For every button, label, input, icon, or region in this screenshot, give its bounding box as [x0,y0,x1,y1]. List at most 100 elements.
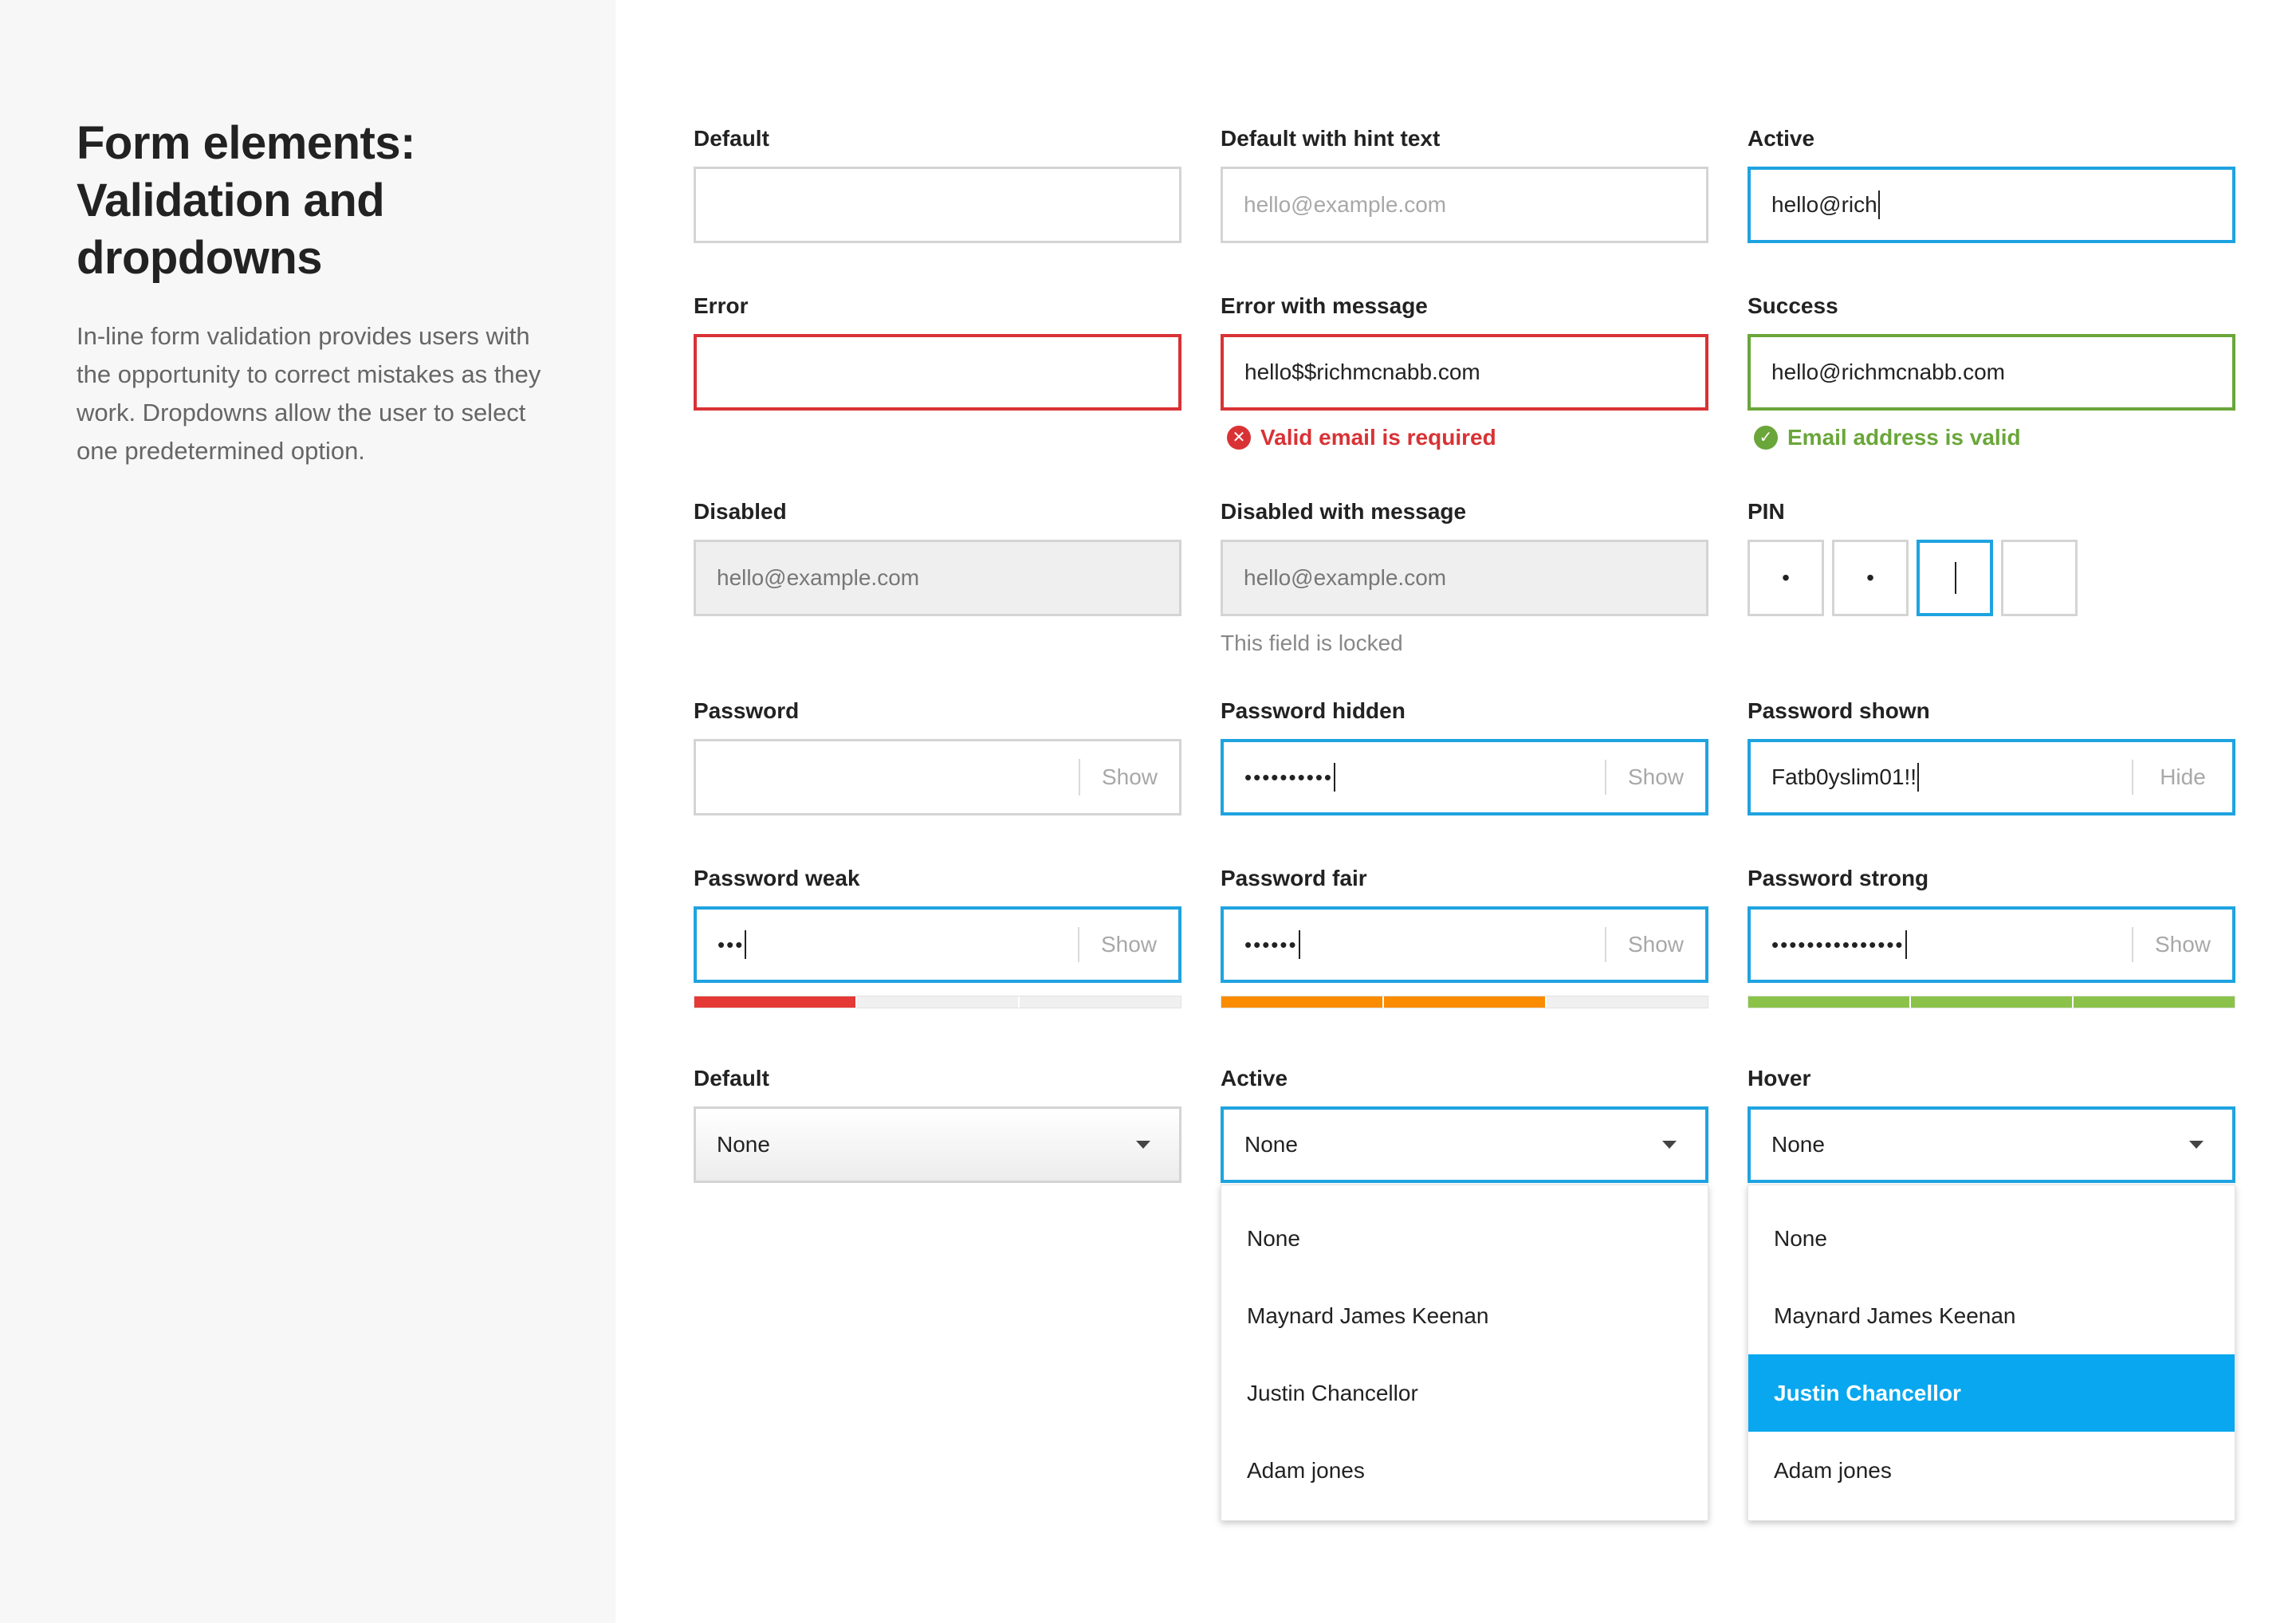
dropdown-hover: Hover None None Maynard James Keenan Jus… [1748,1065,2235,1521]
dropdown-active: Active None None Maynard James Keenan Ju… [1221,1065,1708,1521]
strength-segment [1547,996,1708,1008]
field-label: Disabled with message [1221,499,1467,524]
dropdown-option[interactable]: Maynard James Keenan [1748,1277,2235,1354]
dropdown-option[interactable]: None [1748,1200,2235,1277]
disabled-input: hello@example.com [694,540,1181,616]
caret-down-icon [1136,1141,1150,1149]
password-strength-meter [694,996,1181,1008]
check-circle-icon: ✓ [1754,426,1778,450]
pin-digit-2[interactable]: • [1832,540,1909,616]
text-caret [745,930,747,959]
strength-segment [2074,996,2235,1008]
default-select[interactable]: None [694,1106,1181,1183]
active-select[interactable]: None [1221,1106,1708,1183]
strength-segment [1911,996,2074,1008]
dropdown-option[interactable]: Justin Chancellor [1221,1354,1708,1432]
select-value: None [717,1132,770,1157]
hint-input[interactable]: hello@example.com [1221,167,1708,243]
field-label: Active [1221,1066,1288,1091]
field-pin: PIN • • [1748,498,2235,616]
pin-digit-4[interactable] [2001,540,2078,616]
input-placeholder: hello@example.com [1244,192,1447,217]
password-hidden-input[interactable]: •••••••••• Show [1221,739,1708,815]
input-value: •••••• [1244,932,1298,957]
text-caret [1905,930,1907,959]
input-value: hello@example.com [1244,565,1447,590]
dropdown-option[interactable]: Maynard James Keenan [1221,1277,1708,1354]
strength-segment [694,996,857,1008]
field-password-shown: Password shown Fatb0yslim01!! Hide [1748,698,2235,815]
hide-password-button[interactable]: Hide [2132,760,2232,795]
pin-digit-3[interactable] [1917,540,1993,616]
field-password-fair: Password fair •••••• Show [1221,865,1708,1008]
text-caret [1917,763,1920,792]
success-message: ✓ Email address is valid [1748,425,2235,450]
page-description: In-line form validation provides users w… [77,322,541,465]
password-shown-input[interactable]: Fatb0yslim01!! Hide [1748,739,2235,815]
input-value: Fatb0yslim01!! [1771,764,1917,789]
input-value: hello@rich [1771,192,1877,217]
error-message: ✕ Valid email is required [1221,425,1708,450]
input-value: hello@example.com [717,565,920,590]
password-weak-input[interactable]: ••• Show [694,906,1181,983]
field-label: PIN [1748,499,1785,524]
caret-down-icon [2189,1141,2204,1149]
field-label: Default with hint text [1221,126,1441,151]
dropdown-menu: None Maynard James Keenan Justin Chancel… [1748,1185,2235,1521]
field-label: Password fair [1221,866,1367,890]
strength-segment [1221,996,1384,1008]
field-success: Success hello@richmcnabb.com ✓ Email add… [1748,293,2235,450]
dropdown-option[interactable]: Adam jones [1748,1432,2235,1509]
select-value: None [1771,1132,1825,1157]
text-caret [1298,930,1300,959]
disabled-message-input: hello@example.com [1221,540,1708,616]
active-input[interactable]: hello@rich [1748,167,2235,243]
select-value: None [1244,1132,1298,1157]
field-label: Password hidden [1221,698,1406,723]
input-value: ••••••••••••••• [1771,932,1905,957]
dropdown-option[interactable]: None [1221,1200,1708,1277]
strength-segment [1748,996,1911,1008]
dropdown-option-highlighted[interactable]: Justin Chancellor [1748,1354,2235,1432]
pin-input-group: • • [1748,540,2235,616]
password-input[interactable]: Show [694,739,1181,815]
dropdown-option[interactable]: Adam jones [1221,1432,1708,1509]
password-strength-meter [1748,996,2235,1008]
input-value: ••• [718,932,745,957]
field-error: Error [694,293,1181,411]
success-input[interactable]: hello@richmcnabb.com [1748,334,2235,411]
default-input[interactable] [694,167,1181,243]
pin-digit-1[interactable]: • [1748,540,1824,616]
strength-segment [857,996,1020,1008]
text-caret [1954,562,1956,594]
field-password: Password Show [694,698,1181,815]
dropdown-menu: None Maynard James Keenan Justin Chancel… [1221,1185,1708,1521]
field-active: Active hello@rich [1748,125,2235,243]
field-disabled: Disabled hello@example.com [694,498,1181,616]
password-strength-meter [1221,996,1708,1008]
strength-segment [1384,996,1547,1008]
error-input[interactable] [694,334,1181,411]
error-message-input[interactable]: hello$$richmcnabb.com [1221,334,1708,411]
field-label: Password shown [1748,698,1930,723]
field-label: Disabled [694,499,787,524]
input-value: hello$$richmcnabb.com [1244,360,1480,384]
show-password-button[interactable]: Show [1078,927,1178,962]
field-hint: Default with hint text hello@example.com [1221,125,1708,243]
show-password-button[interactable]: Show [1605,760,1705,795]
field-password-weak: Password weak ••• Show [694,865,1181,1008]
strength-segment [1020,996,1181,1008]
field-label: Active [1748,126,1815,151]
field-password-strong: Password strong ••••••••••••••• Show [1748,865,2235,1008]
field-disabled-message: Disabled with message hello@example.com … [1221,498,1708,656]
show-password-button[interactable]: Show [2132,927,2232,962]
show-password-button[interactable]: Show [1605,927,1705,962]
show-password-button[interactable]: Show [1079,759,1179,796]
hover-select[interactable]: None [1748,1106,2235,1183]
password-strong-input[interactable]: ••••••••••••••• Show [1748,906,2235,983]
field-label: Success [1748,293,1838,318]
field-label: Default [694,126,769,151]
error-message-text: Valid email is required [1260,425,1496,450]
text-caret [1334,763,1336,792]
password-fair-input[interactable]: •••••• Show [1221,906,1708,983]
